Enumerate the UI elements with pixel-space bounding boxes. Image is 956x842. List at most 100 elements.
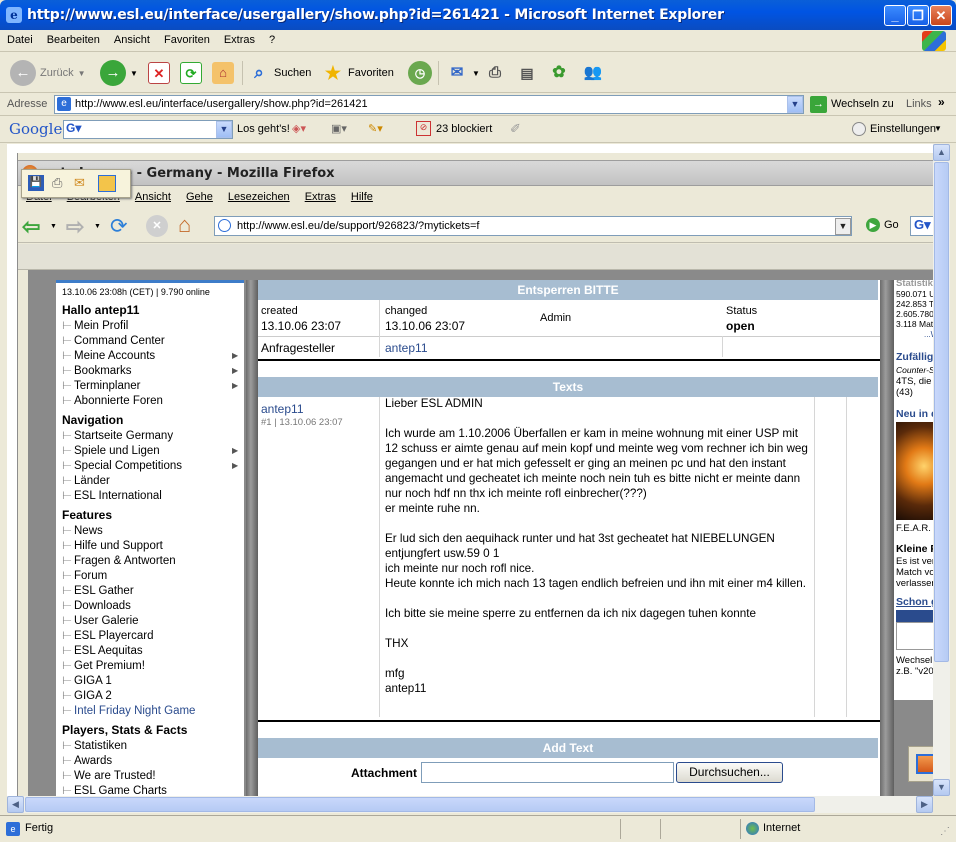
sidebar-item[interactable]: ⊢ ESL Aequitas bbox=[62, 643, 143, 657]
ff-menu-extras[interactable]: Extras bbox=[297, 187, 343, 203]
ff-stop-icon[interactable]: ✕ bbox=[146, 215, 168, 237]
mail-icon[interactable]: ✉ bbox=[74, 175, 90, 191]
browse-button[interactable]: Durchsuchen... bbox=[676, 762, 783, 783]
sidebar-item[interactable]: ⊢ Intel Friday Night Game bbox=[62, 703, 195, 717]
folder-icon[interactable] bbox=[98, 175, 116, 192]
ff-search-input[interactable]: G▾ bbox=[910, 216, 933, 236]
stats-more-link[interactable]: ...Weit bbox=[924, 330, 933, 339]
submenu-arrow-icon[interactable]: ▶ bbox=[232, 381, 238, 390]
resize-grip-icon[interactable]: ⋰ bbox=[940, 826, 950, 837]
forward-button[interactable]: → ▼ bbox=[100, 57, 138, 89]
submenu-arrow-icon[interactable]: ▶ bbox=[232, 366, 238, 375]
close-button[interactable]: ✕ bbox=[930, 5, 952, 26]
ff-menu-lesezeichen[interactable]: Lesezeichen bbox=[220, 187, 297, 203]
sidebar-item[interactable]: ⊢ Forum bbox=[62, 568, 107, 582]
sidebar-item[interactable]: ⊢ Get Premium! bbox=[62, 658, 145, 672]
menu-datei[interactable]: Datei bbox=[0, 30, 40, 46]
submenu-arrow-icon[interactable]: ▶ bbox=[232, 446, 238, 455]
scroll-left-button[interactable]: ◀ bbox=[7, 796, 24, 813]
sidebar-item[interactable]: ⊢ Spiele und Ligen bbox=[62, 443, 160, 457]
schon-title[interactable]: Schon gew bbox=[896, 596, 933, 608]
sidebar-item[interactable]: ⊢ GIGA 2 bbox=[62, 688, 112, 702]
links-button[interactable]: Links bbox=[906, 98, 932, 110]
resize-image-button[interactable] bbox=[908, 746, 933, 782]
submenu-arrow-icon[interactable]: ▶ bbox=[232, 461, 238, 470]
ff-home-icon[interactable]: ⌂ bbox=[178, 212, 191, 238]
ff-back-icon[interactable]: ⇦ bbox=[22, 214, 40, 240]
menu-favoriten[interactable]: Favoriten bbox=[157, 30, 217, 46]
sidebar-item[interactable]: ⊢ GIGA 1 bbox=[62, 673, 112, 687]
ff-menu-ansicht[interactable]: Ansicht bbox=[127, 187, 178, 203]
vertical-scrollbar[interactable]: ▲ ▼ bbox=[933, 144, 950, 796]
submenu-arrow-icon[interactable]: ▶ bbox=[232, 351, 238, 360]
menu-help[interactable]: ? bbox=[262, 30, 282, 46]
go-button[interactable]: Wechseln zu bbox=[831, 98, 894, 110]
google-dropdown-button[interactable]: ▼ bbox=[216, 121, 232, 138]
refresh-button[interactable]: ⟳ bbox=[180, 57, 202, 89]
edit-button[interactable]: ▤ bbox=[516, 57, 538, 89]
icq-button[interactable]: ✿ bbox=[548, 57, 570, 89]
google-go-button[interactable]: Los geht's! bbox=[237, 123, 290, 135]
address-dropdown-button[interactable]: ▼ bbox=[787, 96, 803, 113]
back-button[interactable]: ← Zurück ▼ bbox=[10, 57, 86, 89]
scroll-down-button[interactable]: ▼ bbox=[933, 779, 950, 796]
google-search-input[interactable]: G▾ ▼ bbox=[63, 120, 233, 139]
sidebar-item[interactable]: ⊢ User Galerie bbox=[62, 613, 139, 627]
sidebar-item[interactable]: ⊢ ESL Playercard bbox=[62, 628, 153, 642]
news-icon[interactable]: ◈▾ bbox=[292, 122, 306, 135]
sidebar-item[interactable]: ⊢ Downloads bbox=[62, 598, 131, 612]
sidebar-item[interactable]: ⊢ Command Center bbox=[62, 333, 165, 347]
sidebar-item[interactable]: ⊢ We are Trusted! bbox=[62, 768, 156, 782]
sidebar-item[interactable]: ⊢ Startseite Germany bbox=[62, 428, 173, 442]
address-input[interactable]: e http://www.esl.eu/interface/usergaller… bbox=[54, 95, 804, 114]
horizontal-scroll-thumb[interactable] bbox=[25, 797, 815, 812]
ff-reload-icon[interactable]: ⟳ bbox=[110, 214, 128, 239]
chevron-right-icon[interactable]: » bbox=[938, 95, 945, 109]
sidebar-item[interactable]: ⊢ ESL Gather bbox=[62, 583, 134, 597]
ff-go-icon[interactable]: ▶ bbox=[866, 218, 880, 232]
spellcheck-icon[interactable]: ✎▾ bbox=[368, 122, 383, 135]
ff-url-input[interactable]: http://www.esl.eu/de/support/926823/?myt… bbox=[214, 216, 852, 236]
requester-link[interactable]: antep11 bbox=[385, 341, 428, 355]
minimize-button[interactable]: _ bbox=[884, 5, 906, 26]
save-icon[interactable]: 💾 bbox=[28, 175, 44, 191]
sidebar-item[interactable]: ⊢ ESL Game Charts bbox=[62, 783, 167, 796]
home-button[interactable]: ⌂ bbox=[212, 57, 234, 89]
pagerank-icon[interactable]: ▣▾ bbox=[331, 122, 347, 135]
settings-button[interactable]: Einstellungen bbox=[870, 123, 936, 135]
sidebar-item[interactable]: ⊢ Abonnierte Foren bbox=[62, 393, 163, 407]
fear-game-image[interactable] bbox=[896, 422, 933, 520]
menu-extras[interactable]: Extras bbox=[217, 30, 262, 46]
horizontal-scrollbar[interactable]: ◀ ▶ bbox=[7, 796, 933, 813]
sidebar-item[interactable]: ⊢ News bbox=[62, 523, 103, 537]
print-icon[interactable]: ⎙ bbox=[52, 175, 68, 191]
menu-ansicht[interactable]: Ansicht bbox=[107, 30, 157, 46]
attachment-input[interactable] bbox=[421, 762, 674, 783]
sidebar-item[interactable]: ⊢ ESL International bbox=[62, 488, 162, 502]
scroll-up-button[interactable]: ▲ bbox=[933, 144, 950, 161]
favorites-button[interactable]: ★ Favoriten bbox=[322, 57, 394, 89]
sidebar-item[interactable]: ⊢ Länder bbox=[62, 473, 110, 487]
messenger-button[interactable]: 👥 bbox=[582, 57, 604, 89]
highlight-icon[interactable]: ✐ bbox=[510, 121, 521, 137]
sidebar-item[interactable]: ⊢ Hilfe und Support bbox=[62, 538, 163, 552]
scroll-right-button[interactable]: ▶ bbox=[916, 796, 933, 813]
sidebar-item[interactable]: ⊢ Bookmarks bbox=[62, 363, 132, 377]
mail-button[interactable]: ✉ ▼ bbox=[446, 57, 480, 89]
menu-bearbeiten[interactable]: Bearbeiten bbox=[40, 30, 107, 46]
vertical-scroll-thumb[interactable] bbox=[934, 162, 949, 662]
popup-blocked-count[interactable]: 23 blockiert bbox=[436, 123, 492, 135]
ie-title-bar[interactable]: e http://www.esl.eu/interface/usergaller… bbox=[0, 0, 956, 30]
sidebar-item[interactable]: ⊢ Awards bbox=[62, 753, 112, 767]
ff-url-dropdown[interactable]: ▼ bbox=[835, 218, 851, 235]
maximize-button[interactable]: ❐ bbox=[907, 5, 929, 26]
ff-menu-gehe[interactable]: Gehe bbox=[178, 187, 220, 203]
chevron-down-icon[interactable]: ▼ bbox=[94, 223, 101, 230]
chevron-down-icon[interactable]: ▼ bbox=[934, 124, 942, 133]
sidebar-item[interactable]: ⊢ Terminplaner bbox=[62, 378, 140, 392]
sidebar-item[interactable]: ⊢ Special Competitions bbox=[62, 458, 182, 472]
sidebar-item[interactable]: ⊢ Meine Accounts bbox=[62, 348, 155, 362]
sidebar-item[interactable]: ⊢ Mein Profil bbox=[62, 318, 128, 332]
sidebar-item[interactable]: ⊢ Statistiken bbox=[62, 738, 127, 752]
ff-go-button[interactable]: Go bbox=[884, 219, 899, 231]
